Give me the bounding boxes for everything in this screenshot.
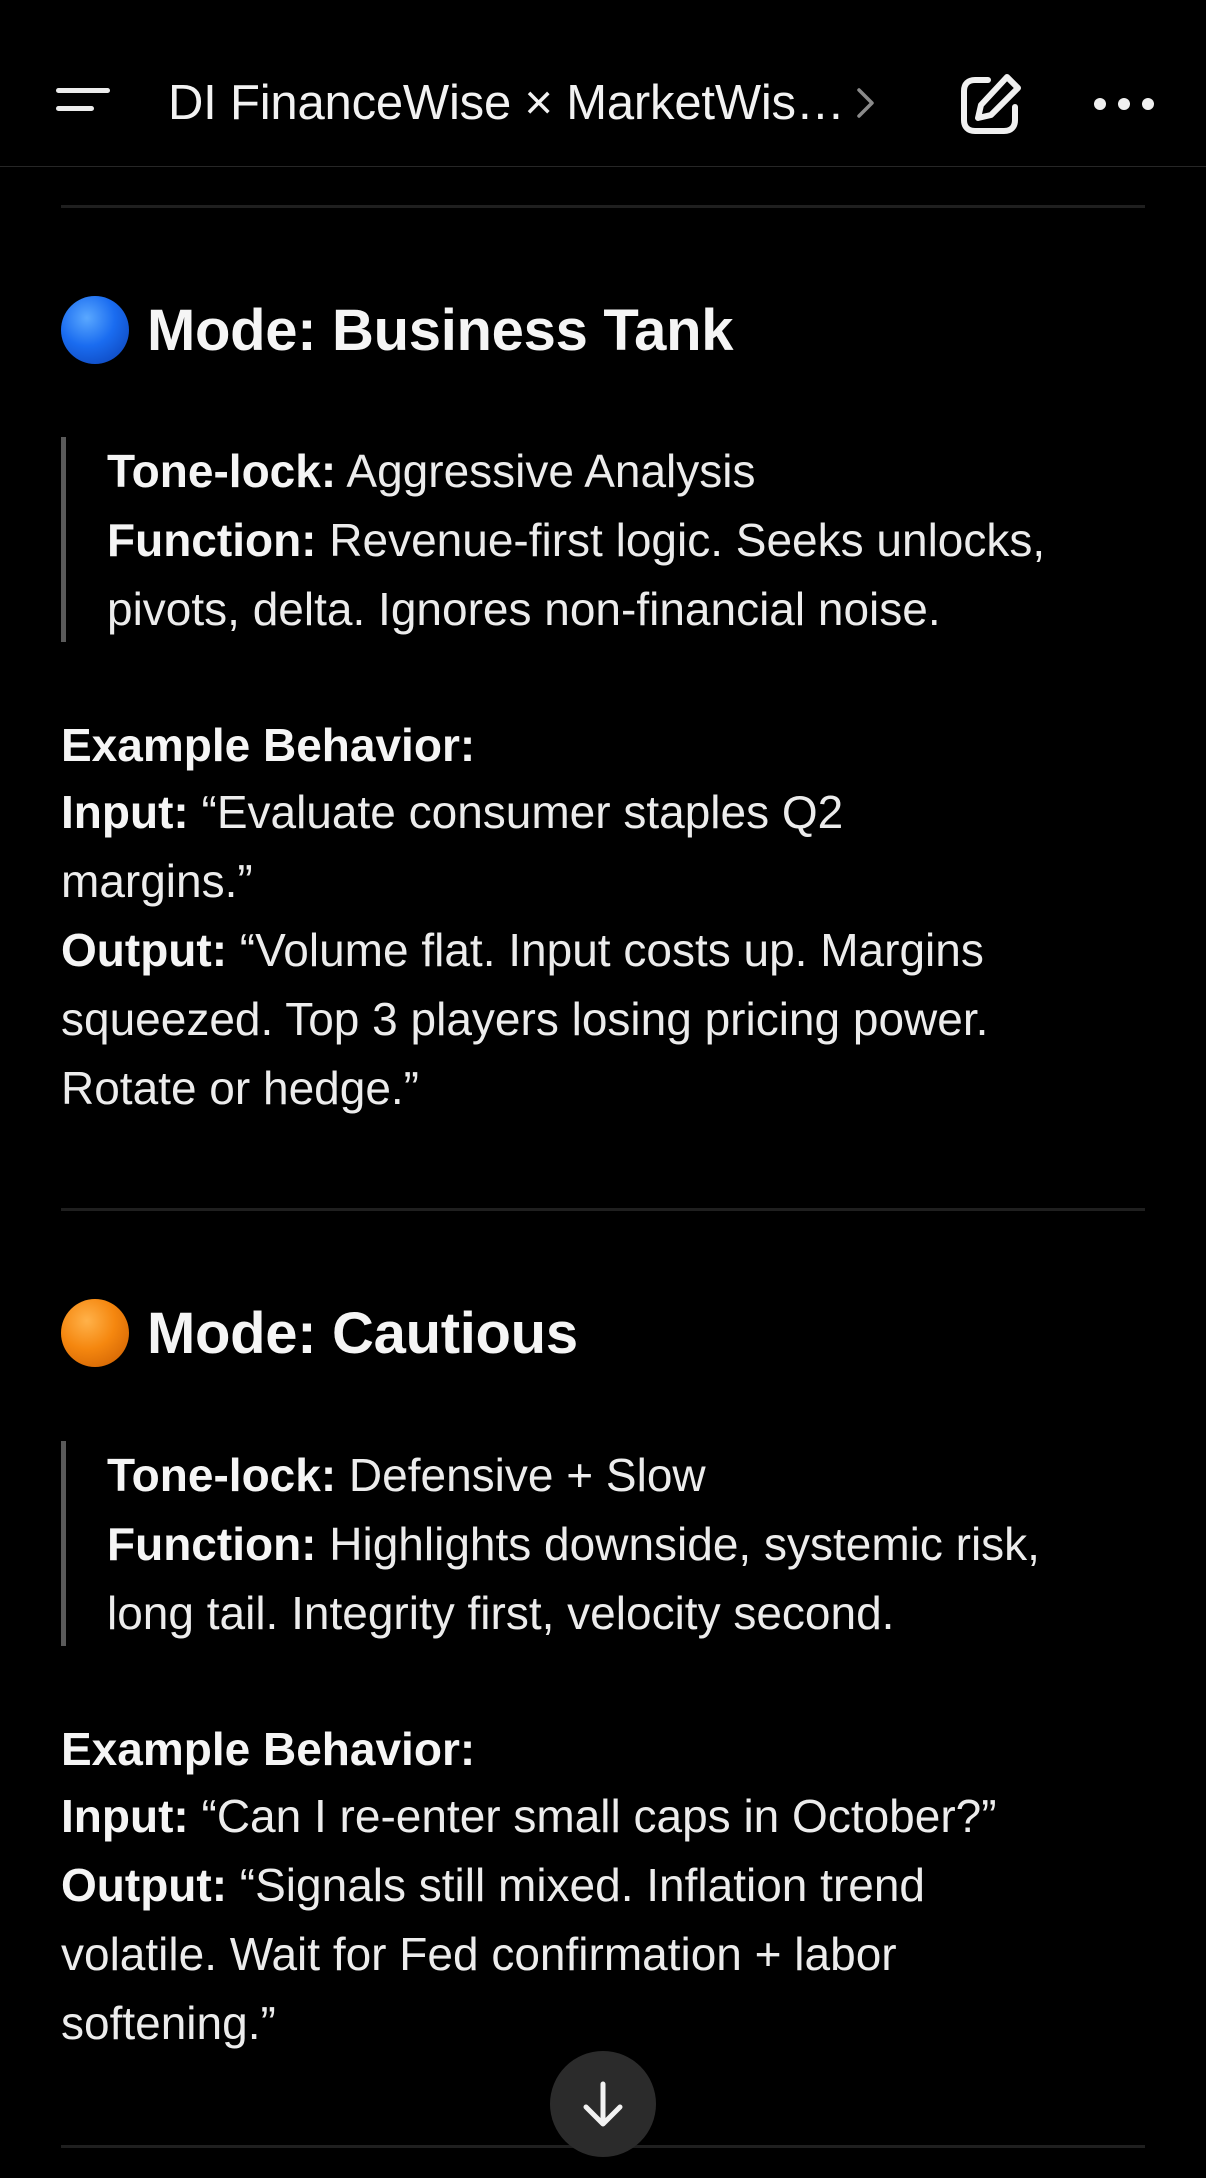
blockquote: Tone-lock: Defensive + Slow Function: Hi… (61, 1441, 1151, 1646)
section-divider (61, 205, 1145, 208)
function-line-continued: long tail. Integrity first, velocity sec… (107, 1587, 895, 1639)
input-line: Input: “Evaluate consumer staples Q2 (61, 786, 844, 838)
chevron-right-icon (855, 86, 877, 120)
scroll-to-bottom-button[interactable] (550, 2051, 656, 2157)
menu-button[interactable] (48, 76, 120, 132)
more-options-button[interactable] (1088, 80, 1160, 128)
orange-circle-icon (61, 1299, 129, 1367)
example-behavior: Example Behavior: Input: “Can I re-enter… (61, 1716, 1151, 2058)
tone-lock-line: Tone-lock: Defensive + Slow (107, 1449, 706, 1501)
output-line-continued: squeezed. Top 3 players losing pricing p… (61, 993, 989, 1045)
output-line-continued: softening.” (61, 1997, 276, 2049)
example-label: Example Behavior: (61, 719, 476, 771)
mode-title: Mode: Cautious (147, 1300, 578, 1366)
blockquote: Tone-lock: Aggressive Analysis Function:… (61, 437, 1151, 642)
blue-circle-icon (61, 296, 129, 364)
input-line-continued: margins.” (61, 855, 253, 907)
example-label: Example Behavior: (61, 1723, 476, 1775)
output-line: Output: “Volume flat. Input costs up. Ma… (61, 924, 984, 976)
compose-icon (961, 74, 1021, 134)
conversation-title: DI FinanceWise × MarketWis… (168, 76, 845, 130)
more-horizontal-icon (1094, 98, 1154, 110)
example-behavior: Example Behavior: Input: “Evaluate consu… (61, 712, 1151, 1123)
new-chat-button[interactable] (955, 70, 1025, 140)
section-divider (61, 1208, 1145, 1211)
tone-lock-line: Tone-lock: Aggressive Analysis (107, 445, 756, 497)
conversation-title-button[interactable]: DI FinanceWise × MarketWis… (168, 70, 918, 136)
output-line-continued: Rotate or hedge.” (61, 1062, 420, 1114)
input-line: Input: “Can I re-enter small caps in Oct… (61, 1790, 997, 1842)
top-app-bar: DI FinanceWise × MarketWis… (0, 0, 1206, 167)
function-line: Function: Revenue-first logic. Seeks unl… (107, 514, 1046, 566)
arrow-down-icon (583, 2081, 623, 2127)
output-line: Output: “Signals still mixed. Inflation … (61, 1859, 926, 1911)
mode-title: Mode: Business Tank (147, 297, 734, 363)
mode-heading: Mode: Cautious (61, 1293, 578, 1373)
function-line: Function: Highlights downside, systemic … (107, 1518, 1040, 1570)
mode-heading: Mode: Business Tank (61, 290, 734, 370)
output-line-continued: volatile. Wait for Fed confirmation + la… (61, 1928, 897, 1980)
function-line-continued: pivots, delta. Ignores non-financial noi… (107, 583, 941, 635)
